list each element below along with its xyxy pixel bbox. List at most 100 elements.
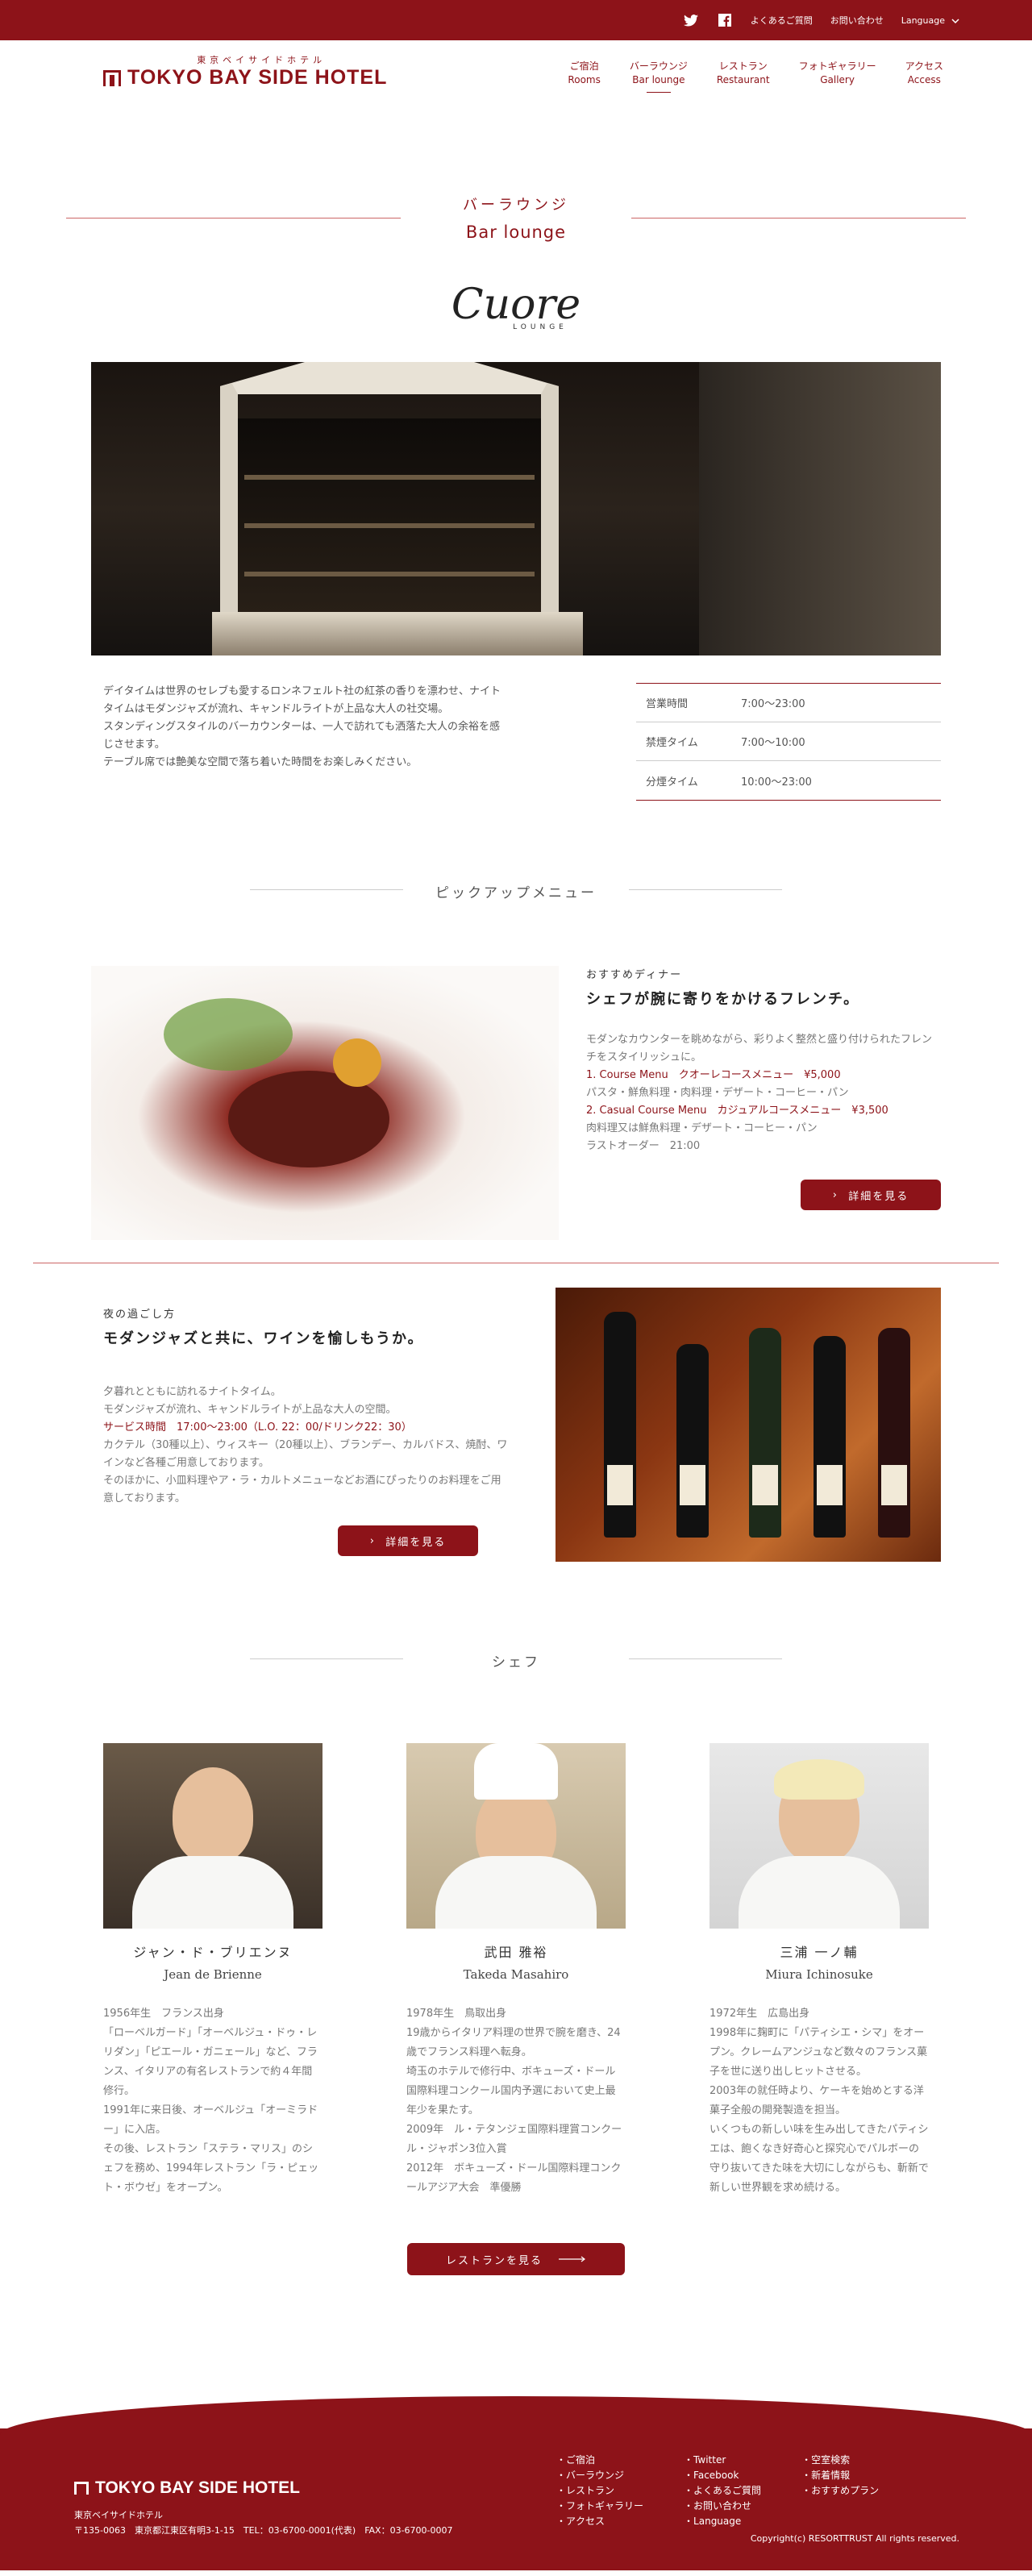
nav-label-jp: レストラン xyxy=(718,60,768,72)
course-2-desc: 肉料理又は鮮魚料理・デザート・コーヒー・パン xyxy=(586,1122,818,1134)
footer-link[interactable]: アクセス xyxy=(556,2514,643,2529)
footer-col: 空室検索 新着情報 おすすめプラン xyxy=(801,2453,879,2529)
cuore-lounge-logo: Cuore LOUNGE xyxy=(0,284,1032,331)
chef-title-text: シェフ xyxy=(492,1654,540,1671)
photo-chef-hat xyxy=(474,1743,558,1800)
chef-name-en: Miura Ichinosuke xyxy=(765,1967,873,1982)
service-hours: サービス時間 17:00〜23:00（L.O. 22：00/ドリンク22：30） xyxy=(103,1421,412,1434)
footer-link[interactable]: Facebook xyxy=(684,2468,761,2483)
photo-coat xyxy=(132,1856,293,1929)
last-order: ラストオーダー 21:00 xyxy=(586,1140,701,1152)
dinner-details-button[interactable]: › 詳細を見る xyxy=(801,1180,941,1210)
nav-item-access[interactable]: アクセス Access xyxy=(905,60,943,93)
language-selector[interactable]: Language xyxy=(901,15,959,26)
nav-label-en: Restaurant xyxy=(716,74,770,85)
title-rule-left xyxy=(250,1658,403,1659)
hours-label: 営業時間 xyxy=(646,698,689,710)
night-line: モダンジャズが流れ、キャンドルライトが上品な大人の空間。 xyxy=(103,1404,397,1416)
page-title: バーラウンジ Bar lounge xyxy=(0,194,1032,242)
hours-table: 営業時間 7:00〜23:00 禁煙タイム 7:00〜10:00 分煙タイム 10:0… xyxy=(636,683,941,801)
site-header: 東京ベイサイドホテル TOKYO BAY SIDE HOTEL ご宿泊 Rooms… xyxy=(0,40,1032,105)
dinner-kicker: おすすめディナー xyxy=(586,969,683,981)
chef-photo xyxy=(406,1743,626,1929)
photo-seating-area xyxy=(699,362,941,655)
footer-link[interactable]: 空室検索 xyxy=(801,2453,879,2468)
nav-item-restaurant[interactable]: レストラン Restaurant xyxy=(717,60,770,93)
chef-name-jp: 武田 雅裕 xyxy=(484,1945,548,1960)
footer-link[interactable]: レストラン xyxy=(556,2483,643,2499)
footer-link[interactable]: Twitter xyxy=(684,2453,761,2468)
night-section: 夜の過ごし方 モダンジャズと共に、ワインを愉しもうか。 夕暮れとともに訪れるナイ… xyxy=(91,1288,941,1562)
brand-sub: LOUNGE xyxy=(513,323,568,331)
night-line: カクテル（30種以上）、ウィスキー（20種以上）、ブランデー、カルバドス、焼酎、… xyxy=(103,1439,508,1469)
nav-item-rooms[interactable]: ご宿泊 Rooms xyxy=(568,60,600,93)
photo-shelf xyxy=(244,523,535,528)
footer-links: ご宿泊 バーラウンジ レストラン フォトギャラリー アクセス Twitter F… xyxy=(556,2453,879,2529)
chef-card: ジャン・ド・ブリエンヌ Jean de Brienne 1956年生 フランス出… xyxy=(103,1743,322,2198)
footer-link[interactable]: Language xyxy=(684,2514,761,2529)
chef-name-en: Jean de Brienne xyxy=(164,1967,262,1982)
night-line: 夕暮れとともに訪れるナイトタイム。 xyxy=(103,1386,281,1398)
footer-hotel-name: 東京ベイサイドホテル xyxy=(74,2510,163,2520)
lounge-description: デイタイムは世界のセレブも愛するロンネフェルト社の紅茶の香りを漂わせ、ナイトタイ… xyxy=(91,683,510,801)
nav-item-gallery[interactable]: フォトギャラリー Gallery xyxy=(799,60,876,93)
dinner-text: おすすめディナー シェフが腕に寄りをかけるフレンチ。 モダンなカウンターを眺めな… xyxy=(586,966,941,1240)
nav-label-jp: アクセス xyxy=(905,60,943,72)
chef-photo xyxy=(710,1743,929,1929)
night-details-button[interactable]: › 詳細を見る xyxy=(338,1525,478,1556)
arrow-right-icon xyxy=(559,2253,586,2266)
faq-link[interactable]: よくあるご質問 xyxy=(751,14,813,27)
language-label: Language xyxy=(901,15,945,26)
night-button-wrap: › 詳細を見る xyxy=(103,1525,510,1556)
chef-name-en: Takeda Masahiro xyxy=(463,1967,569,1982)
main-nav: ご宿泊 Rooms バーラウンジ Bar lounge レストラン Restauran… xyxy=(568,60,943,93)
night-line: そのほかに、小皿料理やア・ラ・カルトメニューなどお酒にぴったりのお料理をご用意し… xyxy=(103,1475,501,1504)
footer-address-line: 〒135-0063 東京都江東区有明3-1-15 TEL：03-6700-000… xyxy=(74,2525,453,2536)
night-kicker: 夜の過ごし方 xyxy=(103,1309,177,1321)
footer-link[interactable]: フォトギャラリー xyxy=(556,2499,643,2514)
photo-bottle xyxy=(878,1328,910,1538)
page-title-en: Bar lounge xyxy=(465,223,567,242)
site-logo[interactable]: 東京ベイサイドホテル TOKYO BAY SIDE HOTEL xyxy=(103,53,387,89)
footer-link[interactable]: おすすめプラン xyxy=(801,2483,879,2499)
wine-photo xyxy=(556,1288,941,1562)
logo-en-row: TOKYO BAY SIDE HOTEL xyxy=(103,66,387,89)
photo-shelf xyxy=(244,475,535,480)
contact-link[interactable]: お問い合わせ xyxy=(830,14,884,27)
photo-bottle xyxy=(676,1344,709,1538)
facebook-icon[interactable] xyxy=(717,12,733,28)
chef-photo xyxy=(103,1743,322,1929)
title-rule-right xyxy=(629,1658,782,1659)
restaurant-button[interactable]: レストランを見る xyxy=(407,2243,625,2275)
footer-logo[interactable]: TOKYO BAY SIDE HOTEL xyxy=(74,2478,300,2498)
chef-title: シェフ xyxy=(0,1650,1032,1671)
footer-link[interactable]: ご宿泊 xyxy=(556,2453,643,2468)
footer-col: ご宿泊 バーラウンジ レストラン フォトギャラリー アクセス xyxy=(556,2453,643,2529)
page-title-jp: バーラウンジ xyxy=(463,197,569,214)
title-rule-right xyxy=(629,889,782,890)
photo-coat xyxy=(739,1856,900,1929)
nav-label-en: Bar lounge xyxy=(632,74,685,85)
logo-jp: 東京ベイサイドホテル xyxy=(197,55,327,65)
footer-link[interactable]: バーラウンジ xyxy=(556,2468,643,2483)
twitter-icon[interactable] xyxy=(683,12,699,28)
dinner-section: おすすめディナー シェフが腕に寄りをかけるフレンチ。 モダンなカウンターを眺めな… xyxy=(91,966,941,1240)
intro-line: テーブル席では艶美な空間で落ち着いた時間をお楽しみください。 xyxy=(103,756,418,768)
dinner-line: モダンなカウンターを眺めながら、彩りよく整然と盛り付けられたフレンチをスタイリッ… xyxy=(586,1034,933,1063)
button-label: 詳細を見る xyxy=(848,1190,909,1203)
footer-link[interactable]: お問い合わせ xyxy=(684,2499,761,2514)
chef-name-jp: ジャン・ド・ブリエンヌ xyxy=(133,1945,293,1960)
footer-link[interactable]: 新着情報 xyxy=(801,2468,879,2483)
footer-address: 東京ベイサイドホテル 〒135-0063 東京都江東区有明3-1-15 TEL：… xyxy=(74,2507,453,2538)
chef-list: ジャン・ド・ブリエンヌ Jean de Brienne 1956年生 フランス出… xyxy=(103,1743,929,2198)
photo-garnish xyxy=(164,998,293,1071)
nav-item-bar-lounge[interactable]: バーラウンジ Bar lounge xyxy=(630,60,688,93)
button-label: 詳細を見る xyxy=(385,1536,447,1549)
pickup-menu-title: ピックアップメニュー xyxy=(0,881,1032,901)
chevron-down-icon xyxy=(951,15,959,26)
photo-shelf xyxy=(244,572,535,576)
footer-link[interactable]: よくあるご質問 xyxy=(684,2483,761,2499)
button-label: レストランを見る xyxy=(445,2254,543,2267)
dinner-headline: シェフが腕に寄りをかけるフレンチ。 xyxy=(586,991,860,1008)
chef-bio: 1956年生 フランス出身 「ローベルガード」「オーベルジュ・ドゥ・レリダン」「… xyxy=(103,2008,319,2194)
